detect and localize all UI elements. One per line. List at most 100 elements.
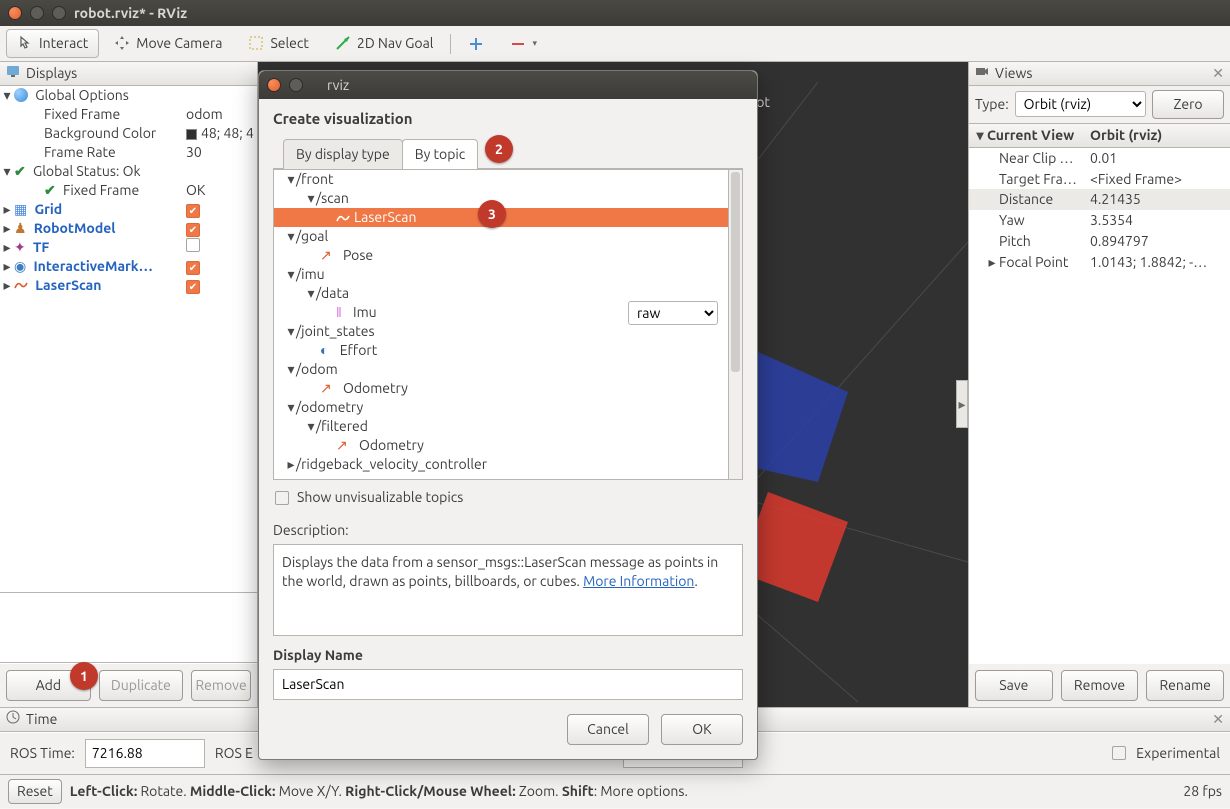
view-type-select[interactable]: Orbit (rviz)	[1015, 91, 1146, 117]
zero-button[interactable]: Zero	[1152, 90, 1224, 119]
target-frame-value[interactable]: <Fixed Frame>	[1084, 169, 1230, 190]
tf-display-label[interactable]: TF	[33, 238, 49, 257]
rename-view-button[interactable]: Rename	[1146, 670, 1224, 701]
expand-icon[interactable]: ▸	[987, 253, 997, 272]
window-minimize-icon[interactable]	[30, 6, 44, 20]
collapse-icon[interactable]: ▾	[286, 227, 296, 246]
yaw-value[interactable]: 3.5354	[1084, 210, 1230, 231]
topic-laserscan-row[interactable]: LaserScan	[274, 208, 742, 227]
show-unvisualizable-checkbox[interactable]	[275, 491, 289, 505]
views-table[interactable]: ▾Current ViewOrbit (rviz) Near Clip …0.0…	[969, 124, 1230, 663]
experimental-checkbox[interactable]	[1112, 746, 1126, 760]
collapse-icon[interactable]: ▾	[286, 360, 296, 379]
expand-icon[interactable]: ▸	[2, 276, 12, 295]
dialog-titlebar[interactable]: rviz	[259, 71, 757, 99]
tab-by-topic[interactable]: By topic	[402, 139, 479, 169]
displays-tree[interactable]: ▾ Global Options Fixed Frameodom Backgro…	[0, 86, 257, 593]
dialog-heading: Create visualization	[273, 109, 743, 129]
views-panel-header[interactable]: Views ✕	[969, 62, 1230, 86]
imu-icon: ‖	[336, 303, 342, 322]
collapse-icon[interactable]: ▾	[2, 86, 12, 105]
topic-odometry2[interactable]: Odometry	[359, 436, 424, 455]
topic-front[interactable]: /front	[296, 170, 333, 189]
collapse-icon[interactable]: ▾	[306, 189, 316, 208]
tf-enabled-checkbox[interactable]	[186, 238, 200, 252]
right-panel-collapse-handle[interactable]: ▸	[956, 380, 968, 428]
collapse-icon[interactable]: ▾	[306, 284, 316, 303]
ros-time-input[interactable]	[85, 739, 205, 768]
topic-odometry1[interactable]: Odometry	[343, 379, 408, 398]
topic-tree-scrollbar[interactable]	[728, 170, 742, 479]
dialog-close-icon[interactable]	[267, 78, 281, 92]
remove-display-button[interactable]: Remove	[191, 670, 251, 701]
collapse-icon[interactable]: ▾	[286, 170, 296, 189]
laserscan-enabled-checkbox[interactable]: ✔	[186, 280, 200, 294]
imu-transport-select[interactable]: raw	[628, 301, 718, 325]
fixed-frame-value[interactable]: odom	[182, 105, 257, 124]
duplicate-display-button[interactable]: Duplicate	[99, 670, 184, 701]
grid-enabled-checkbox[interactable]: ✔	[186, 204, 200, 218]
topic-filtered[interactable]: /filtered	[316, 417, 368, 436]
interactive-display-label[interactable]: InteractiveMark…	[33, 257, 152, 276]
window-maximize-icon[interactable]	[52, 6, 66, 20]
topic-imu[interactable]: /imu	[296, 265, 325, 284]
pitch-value[interactable]: 0.894797	[1084, 231, 1230, 252]
topic-tree[interactable]: ▾/front ▾/scan LaserScan ▾/goal ↗ Pose ▾…	[273, 170, 743, 480]
focal-point-value[interactable]: 1.0143; 1.8842; -…	[1084, 252, 1230, 273]
topic-odometry[interactable]: /odometry	[296, 398, 363, 417]
interact-tool-button[interactable]: Interact	[6, 29, 99, 58]
collapse-icon[interactable]: ▾	[2, 162, 12, 181]
remove-view-button[interactable]: Remove	[1061, 670, 1139, 701]
frame-rate-value[interactable]: 30	[182, 143, 257, 162]
expand-icon[interactable]: ▸	[2, 200, 12, 219]
expand-icon[interactable]: ▸	[2, 219, 12, 238]
close-panel-icon[interactable]: ✕	[1212, 710, 1224, 729]
save-view-button[interactable]: Save	[975, 670, 1053, 701]
select-tool-button[interactable]: Select	[237, 29, 319, 58]
collapse-icon[interactable]: ▾	[306, 417, 316, 436]
topic-laserscan: LaserScan	[354, 208, 416, 227]
fixed-frame-key: Fixed Frame	[44, 105, 120, 124]
ok-button[interactable]: OK	[661, 714, 743, 745]
collapse-icon[interactable]: ▾	[286, 265, 296, 284]
scrollbar-thumb[interactable]	[731, 172, 740, 372]
collapse-icon[interactable]: ▾	[286, 322, 296, 341]
tab-by-display-type[interactable]: By display type	[283, 139, 403, 169]
more-information-link[interactable]: More Information	[583, 573, 694, 589]
topic-imu-leaf[interactable]: Imu	[353, 303, 377, 322]
topic-data[interactable]: /data	[316, 284, 349, 303]
collapse-icon[interactable]: ▾	[286, 398, 296, 417]
robotmodel-display-label[interactable]: RobotModel	[34, 219, 116, 238]
topic-pose[interactable]: Pose	[343, 246, 373, 265]
show-unvisualizable-label: Show unvisualizable topics	[297, 488, 463, 507]
distance-value[interactable]: 4.21435	[1084, 189, 1230, 210]
grid-display-label[interactable]: Grid	[34, 200, 62, 219]
close-panel-icon[interactable]: ✕	[1212, 64, 1224, 83]
move-camera-tool-button[interactable]: Move Camera	[103, 29, 233, 58]
reset-button[interactable]: Reset	[8, 779, 62, 804]
expand-icon[interactable]: ▸	[286, 455, 296, 474]
interactive-enabled-checkbox[interactable]: ✔	[186, 261, 200, 275]
near-clip-value[interactable]: 0.01	[1084, 148, 1230, 169]
topic-scan[interactable]: /scan	[316, 189, 349, 208]
cancel-button[interactable]: Cancel	[567, 714, 649, 745]
dialog-minimize-icon[interactable]	[289, 78, 303, 92]
add-display-dialog: rviz Create visualization By display typ…	[258, 70, 758, 760]
topic-effort[interactable]: Effort	[340, 341, 378, 360]
topic-ridgeback[interactable]: /ridgeback_velocity_controller	[296, 455, 487, 474]
display-name-input[interactable]	[273, 669, 743, 700]
topic-goal[interactable]: /goal	[296, 227, 328, 246]
topic-joint-states[interactable]: /joint_states	[296, 322, 375, 341]
add-tool-button[interactable]	[457, 31, 495, 57]
robotmodel-enabled-checkbox[interactable]: ✔	[186, 223, 200, 237]
collapse-icon[interactable]: ▾	[975, 126, 985, 145]
remove-tool-button[interactable]: ▾	[499, 31, 548, 57]
nav-goal-tool-button[interactable]: 2D Nav Goal	[324, 29, 445, 58]
displays-panel-header[interactable]: Displays	[0, 62, 257, 86]
expand-icon[interactable]: ▸	[2, 238, 12, 257]
topic-odom[interactable]: /odom	[296, 360, 338, 379]
expand-icon[interactable]: ▸	[2, 257, 12, 276]
window-close-icon[interactable]	[8, 6, 22, 20]
laserscan-display-label[interactable]: LaserScan	[35, 276, 101, 295]
bg-color-value[interactable]: 48; 48; 4	[182, 124, 257, 143]
